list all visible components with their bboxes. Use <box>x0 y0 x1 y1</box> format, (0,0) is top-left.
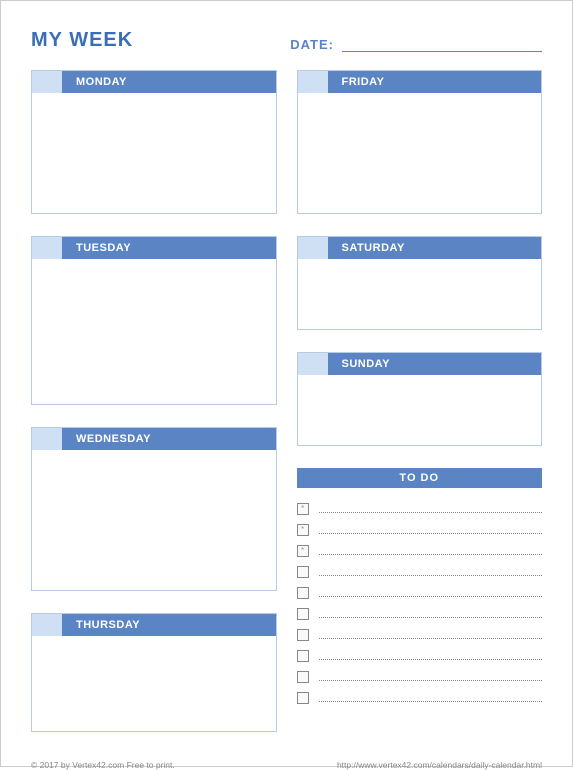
todo-line[interactable] <box>319 673 543 681</box>
day-saturday: SATURDAY <box>297 236 543 330</box>
right-column: FRIDAY SATURDAY SUNDAY TO DO * * * <box>297 70 543 754</box>
todo-checkbox[interactable] <box>297 608 309 620</box>
day-header: SATURDAY <box>298 237 542 259</box>
day-tab <box>298 71 328 93</box>
day-label-friday: FRIDAY <box>328 71 385 93</box>
day-label-wednesday: WEDNESDAY <box>62 428 151 450</box>
todo-line[interactable] <box>319 610 543 618</box>
todo-line[interactable] <box>319 568 543 576</box>
day-body-friday[interactable] <box>298 93 542 213</box>
day-sunday: SUNDAY <box>297 352 543 446</box>
todo-line[interactable] <box>319 694 543 702</box>
todo-checkbox[interactable] <box>297 692 309 704</box>
todo-line[interactable] <box>319 589 543 597</box>
day-header: WEDNESDAY <box>32 428 276 450</box>
day-body-monday[interactable] <box>32 93 276 213</box>
footer-url: http://www.vertex42.com/calendars/daily-… <box>337 760 542 770</box>
todo-checkbox[interactable] <box>297 671 309 683</box>
todo-checkbox[interactable]: * <box>297 503 309 515</box>
day-thursday: THURSDAY <box>31 613 277 732</box>
footer-copyright: © 2017 by Vertex42.com Free to print. <box>31 760 175 770</box>
todo-checkbox[interactable]: * <box>297 524 309 536</box>
day-header: THURSDAY <box>32 614 276 636</box>
todo-line[interactable] <box>319 652 543 660</box>
footer: © 2017 by Vertex42.com Free to print. ht… <box>31 760 542 770</box>
left-column: MONDAY TUESDAY WEDNESDAY THURSDAY <box>31 70 277 754</box>
day-header: MONDAY <box>32 71 276 93</box>
todo-checkbox[interactable] <box>297 566 309 578</box>
todo-row <box>297 645 543 666</box>
day-label-sunday: SUNDAY <box>328 353 390 375</box>
todo-line[interactable] <box>319 547 543 555</box>
day-label-tuesday: TUESDAY <box>62 237 131 259</box>
day-label-thursday: THURSDAY <box>62 614 140 636</box>
day-tab <box>298 353 328 375</box>
date-row: DATE: <box>290 37 542 52</box>
day-header: FRIDAY <box>298 71 542 93</box>
todo-row <box>297 687 543 708</box>
content: MONDAY TUESDAY WEDNESDAY THURSDAY <box>31 70 542 754</box>
day-body-tuesday[interactable] <box>32 259 276 404</box>
day-body-thursday[interactable] <box>32 636 276 731</box>
date-label: DATE: <box>290 37 334 52</box>
day-label-monday: MONDAY <box>62 71 127 93</box>
header: MY WEEK DATE: <box>31 29 542 52</box>
todo-checkbox[interactable] <box>297 587 309 599</box>
page-title: MY WEEK <box>31 29 133 52</box>
todo-checkbox[interactable] <box>297 650 309 662</box>
day-body-sunday[interactable] <box>298 375 542 445</box>
todo-line[interactable] <box>319 505 543 513</box>
day-tab <box>298 237 328 259</box>
day-body-saturday[interactable] <box>298 259 542 329</box>
todo-row: * <box>297 498 543 519</box>
day-tab <box>32 71 62 93</box>
todo-line[interactable] <box>319 526 543 534</box>
todo-row: * <box>297 519 543 540</box>
todo-row <box>297 561 543 582</box>
day-tab <box>32 428 62 450</box>
todo-row: * <box>297 540 543 561</box>
todo-section: TO DO * * * <box>297 468 543 708</box>
todo-row <box>297 624 543 645</box>
todo-checkbox[interactable]: * <box>297 545 309 557</box>
day-tab <box>32 614 62 636</box>
todo-header: TO DO <box>297 468 543 488</box>
day-label-saturday: SATURDAY <box>328 237 405 259</box>
day-wednesday: WEDNESDAY <box>31 427 277 591</box>
day-tab <box>32 237 62 259</box>
todo-row <box>297 582 543 603</box>
day-body-wednesday[interactable] <box>32 450 276 590</box>
todo-checkbox[interactable] <box>297 629 309 641</box>
todo-line[interactable] <box>319 631 543 639</box>
date-input-line[interactable] <box>342 38 542 52</box>
day-friday: FRIDAY <box>297 70 543 214</box>
day-header: TUESDAY <box>32 237 276 259</box>
day-tuesday: TUESDAY <box>31 236 277 405</box>
day-header: SUNDAY <box>298 353 542 375</box>
todo-row <box>297 603 543 624</box>
todo-row <box>297 666 543 687</box>
day-monday: MONDAY <box>31 70 277 214</box>
